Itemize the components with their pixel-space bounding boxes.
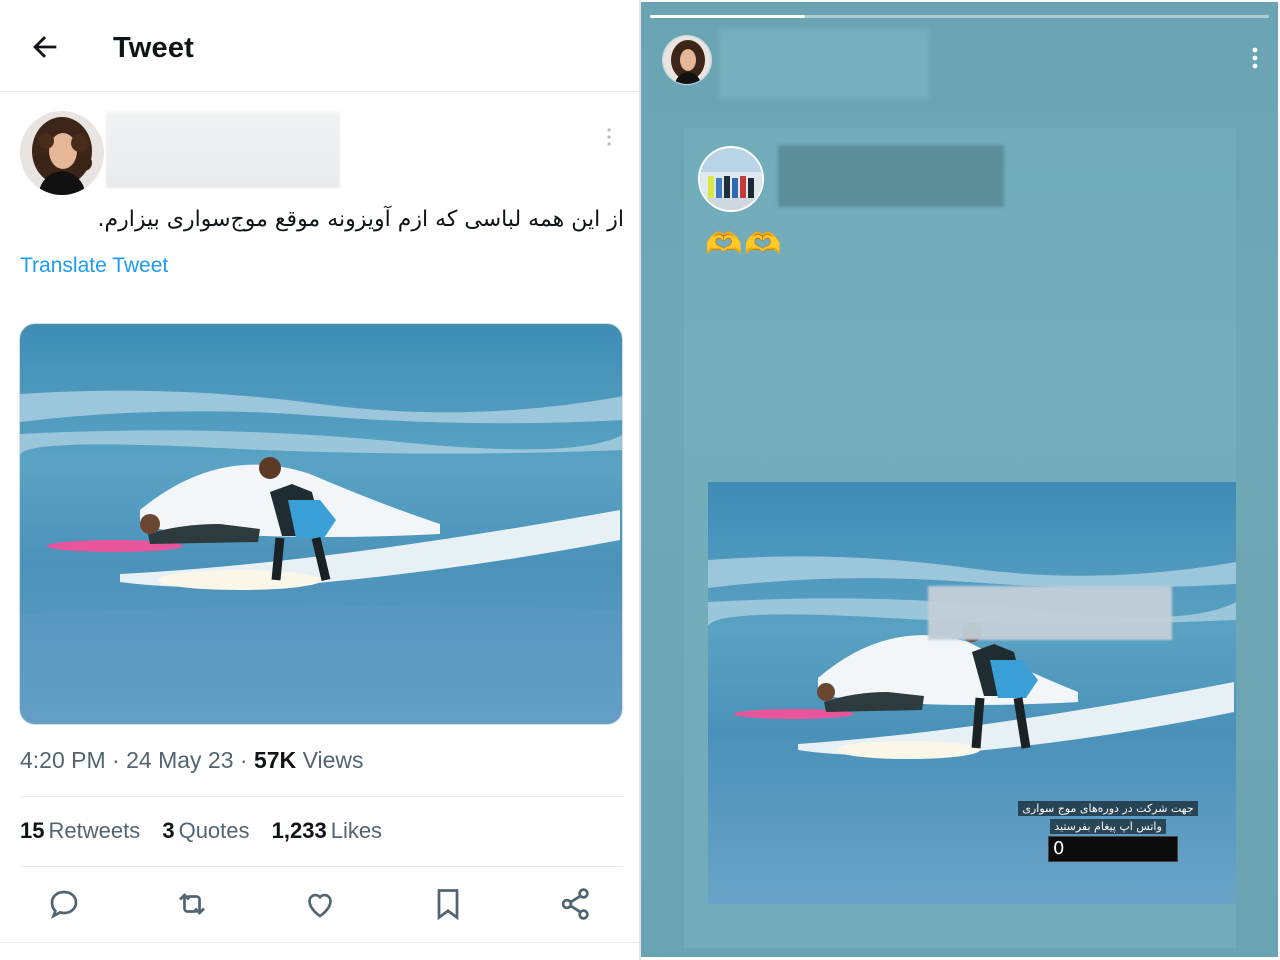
retweets-label: Retweets — [48, 818, 141, 843]
translate-tweet-link[interactable]: Translate Tweet — [20, 254, 168, 278]
tweet-actions — [0, 880, 640, 930]
bookmark-icon[interactable] — [430, 886, 466, 922]
views-count: 57K — [253, 747, 297, 773]
more-vertical-icon[interactable] — [1247, 42, 1263, 74]
author-avatar[interactable] — [20, 111, 104, 195]
promo-line-2: واتس اپ پیغام بفرستید — [1050, 819, 1166, 834]
tweet-time: 4:20 PM — [20, 747, 106, 773]
divider — [20, 796, 623, 797]
author-name-redacted — [106, 112, 340, 188]
retweet-icon[interactable] — [174, 886, 210, 922]
heart-hands-emoji: 🫶🫶 — [705, 228, 784, 261]
like-icon[interactable] — [302, 886, 338, 922]
likes-count: 1,233 — [271, 818, 327, 843]
tweet-screenshot: Tweet از این همه لباسی که ازم آویزونه مو… — [0, 0, 640, 960]
promo-phone-redacted: 0 — [1048, 836, 1178, 862]
promo-phone-visible-digit: 0 — [1053, 838, 1065, 859]
likes-label: Likes — [330, 818, 383, 843]
tweet-stats: 15 Retweets 3 Quotes 1,233 Likes — [20, 818, 398, 844]
tweet-date: 24 May 23 — [126, 747, 234, 773]
meta-separator: · — [112, 747, 120, 773]
promo-overlay: جهت شرکت در دوره‌های موج سواری واتس اپ پ… — [1018, 799, 1198, 835]
divider — [20, 866, 623, 867]
tweet-meta: 4:20 PM · 24 May 23 · 57K Views — [20, 747, 364, 774]
tweet-photo[interactable] — [19, 323, 623, 725]
tweet-header: Tweet — [0, 0, 640, 92]
story-progress-fill — [650, 15, 805, 18]
more-vertical-icon[interactable] — [600, 124, 618, 152]
story-screenshot: 🫶🫶 — [641, 2, 1278, 957]
promo-line-1: جهت شرکت در دوره‌های موج سواری — [1018, 801, 1198, 816]
reply-icon[interactable] — [46, 886, 82, 922]
retweets-count: 15 — [20, 818, 45, 843]
share-icon[interactable] — [558, 886, 594, 922]
story-photo[interactable]: جهت شرکت در دوره‌های موج سواری واتس اپ پ… — [708, 482, 1236, 904]
story-author-avatar[interactable] — [662, 35, 712, 85]
meta-separator: · — [239, 747, 248, 773]
story-progress-bar — [650, 15, 1269, 18]
quotes-stat[interactable]: 3 Quotes — [162, 818, 249, 844]
back-arrow-icon[interactable] — [28, 30, 62, 64]
shared-post-author-redacted — [778, 145, 1004, 207]
quotes-count: 3 — [162, 818, 175, 843]
quotes-label: Quotes — [178, 818, 250, 843]
page-title: Tweet — [113, 32, 195, 64]
photo-caption-redacted — [928, 586, 1172, 640]
divider — [0, 942, 640, 943]
views-label: Views — [302, 747, 364, 773]
likes-stat[interactable]: 1,233 Likes — [272, 818, 382, 844]
tweet-text: از این همه لباسی که ازم آویزونه موقع موج… — [97, 207, 625, 232]
retweets-stat[interactable]: 15 Retweets — [20, 818, 140, 844]
shared-post-avatar[interactable] — [698, 146, 764, 212]
story-author-name-redacted — [719, 29, 929, 99]
